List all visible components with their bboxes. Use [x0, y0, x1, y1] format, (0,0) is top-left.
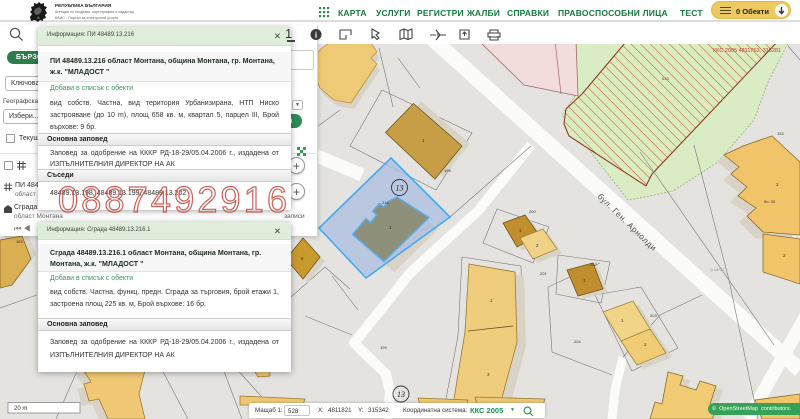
svg-text:◇ Ш727: ◇ Ш727 [710, 267, 725, 272]
svg-text:216: 216 [382, 200, 389, 205]
svg-text:20 m: 20 m [14, 406, 27, 412]
svg-text:202: 202 [590, 262, 597, 267]
svg-text:199: 199 [380, 345, 387, 350]
svg-text:638: 638 [662, 76, 669, 81]
svg-text:154: 154 [777, 131, 784, 136]
svg-text:ККС 2005 4811763, 315281: ККС 2005 4811763, 315281 [713, 48, 781, 54]
svg-text:198: 198 [444, 168, 451, 173]
svg-text:204: 204 [574, 339, 581, 344]
svg-text:201: 201 [540, 271, 547, 276]
svg-text:203: 203 [650, 313, 657, 318]
svg-text:165: 165 [16, 239, 23, 244]
svg-text:13: 13 [396, 184, 404, 193]
svg-text:бл. 33: бл. 33 [764, 199, 776, 204]
svg-text:13: 13 [397, 390, 405, 399]
svg-text:200: 200 [529, 209, 536, 214]
